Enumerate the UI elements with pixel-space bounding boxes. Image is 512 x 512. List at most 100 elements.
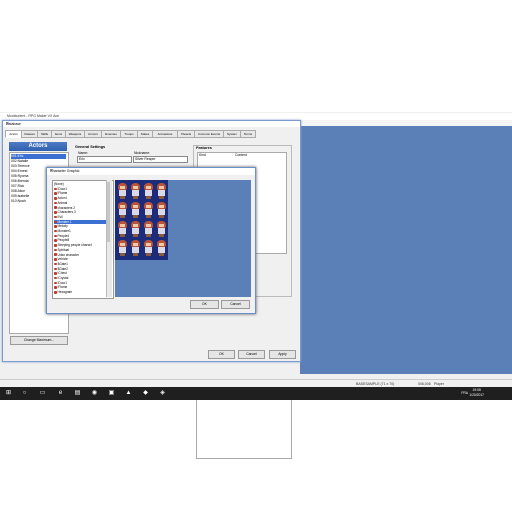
change-maximum-button[interactable]: Change Maximum... <box>10 336 68 345</box>
nickname-field[interactable]: Silver Reaper <box>133 156 188 163</box>
tab-weapons[interactable]: Weapons <box>65 130 85 138</box>
clock[interactable]: 19:08 1/20/2017 <box>469 388 484 398</box>
tab-enemies[interactable]: Enemies <box>101 130 121 138</box>
list-item-label: $Gate2 <box>57 266 68 271</box>
map-canvas[interactable] <box>300 126 512 374</box>
list-item-label: !Door1 <box>57 186 68 191</box>
sprite-frame[interactable] <box>117 220 128 237</box>
sprite-frame[interactable] <box>143 182 154 199</box>
ok-button[interactable]: OK <box>190 300 219 309</box>
app2-icon[interactable]: ◈ <box>158 389 167 398</box>
sprite-frame[interactable] <box>130 182 141 199</box>
tab-armors[interactable]: Armors <box>84 130 102 138</box>
file-icon <box>54 253 57 256</box>
file-icon <box>54 229 57 233</box>
list-item-label: !Door1 <box>57 280 68 285</box>
sprite-frame[interactable] <box>117 201 128 218</box>
list-item[interactable]: Hexagram <box>54 290 107 295</box>
taskview-icon[interactable]: ▭ <box>38 389 47 398</box>
cancel-button[interactable]: Cancel <box>221 300 250 309</box>
database-title-bar: Database × <box>3 121 300 127</box>
tab-actors[interactable]: Actors <box>5 130 22 138</box>
tab-system[interactable]: System <box>223 130 241 138</box>
file-icon <box>54 248 57 252</box>
language-indicator[interactable]: FRA <box>461 391 468 395</box>
scrollbar-thumb[interactable] <box>107 182 110 242</box>
file-icon <box>54 220 57 223</box>
sprite-frame[interactable] <box>117 239 128 256</box>
file-icon <box>54 206 57 209</box>
app-icon[interactable]: ◆ <box>141 389 150 398</box>
cancel-button[interactable]: Cancel <box>238 350 265 359</box>
tab-troops[interactable]: Troops <box>120 130 138 138</box>
list-item-label: !Crystal <box>57 276 69 280</box>
list-item-label: Melody <box>57 224 68 229</box>
list-item-label: !Flame <box>57 191 68 196</box>
tab-skills[interactable]: Skills <box>37 130 52 138</box>
tab-terms[interactable]: Terms <box>240 130 256 138</box>
file-icon <box>54 197 57 200</box>
graphic-file-list[interactable]: (None) !Door1 !Flame Actor4 Animal characters… <box>52 180 114 299</box>
file-icon <box>54 201 57 205</box>
sprite-frame[interactable] <box>156 182 167 199</box>
character-graphic-title-bar: Character Graphic × <box>47 168 255 175</box>
taskbar: FRA 19:08 1/20/2017 ⊞ ○ ▭ e ▤ ◉ ▣ ▲ ◆ ◈ <box>0 387 512 400</box>
tab-states[interactable]: States <box>137 130 153 138</box>
sprite-frame[interactable] <box>156 201 167 218</box>
tab-animations[interactable]: Animations <box>152 130 178 138</box>
edge-icon[interactable]: e <box>56 389 65 398</box>
main-window-title: Mockturtent - RPG Maker VX Ace <box>7 114 60 118</box>
sprite-frame[interactable] <box>143 239 154 256</box>
tab-tilesets[interactable]: Tilesets <box>177 130 195 138</box>
list-item-label: Characters 3 <box>57 210 76 215</box>
list-item-label: People8 <box>57 238 70 243</box>
file-icon <box>54 276 57 280</box>
character-sheet[interactable] <box>115 180 168 260</box>
file-icon <box>54 258 57 261</box>
list-item-label: Hexagram <box>57 290 73 295</box>
features-col-kind: Kind <box>199 153 206 157</box>
file-icon <box>54 187 57 191</box>
list-item-label: !Flame <box>57 285 68 290</box>
name-field[interactable]: Eric <box>77 156 132 163</box>
name-label: Name: <box>78 151 88 155</box>
list-item-label: Evil <box>57 214 63 219</box>
list-item-label: Spiritual <box>57 247 70 252</box>
database-tabs: Actors Classes Skills Items Weapons Armors Ene… <box>5 130 295 138</box>
sprite-frame[interactable] <box>156 220 167 237</box>
windows-icon[interactable]: ⊞ <box>4 389 13 398</box>
list-item-label: (None) <box>54 182 64 186</box>
list-item-label: People4 <box>57 233 70 238</box>
file-icon <box>54 272 57 275</box>
sprite-frame[interactable] <box>143 220 154 237</box>
list-item-label: Sleeping people charset <box>57 243 92 248</box>
notes-field[interactable] <box>196 399 292 459</box>
sprite-frame[interactable] <box>130 201 141 218</box>
store-icon[interactable]: ▣ <box>107 389 116 398</box>
sprite-frame[interactable] <box>117 182 128 199</box>
tab-common-events[interactable]: Common Events <box>194 130 224 138</box>
clock-date: 1/20/2017 <box>469 393 484 397</box>
chrome-icon[interactable]: ◉ <box>90 389 99 398</box>
sprite-frame[interactable] <box>130 220 141 237</box>
close-icon[interactable]: × <box>6 121 298 127</box>
features-col-content: Content <box>235 153 247 157</box>
file-icon <box>54 291 57 294</box>
apply-button[interactable]: Apply <box>269 350 296 359</box>
file-icon <box>54 262 57 266</box>
tab-items[interactable]: Items <box>51 130 66 138</box>
actors-header: Actors <box>9 142 67 151</box>
sprite-frame[interactable] <box>156 239 167 256</box>
main-title-bar: Mockturtent - RPG Maker VX Ace <box>0 113 512 120</box>
sprite-frame[interactable] <box>143 201 154 218</box>
rpgmaker-icon[interactable]: ▲ <box>124 389 133 398</box>
search-icon[interactable]: ○ <box>20 389 29 398</box>
ok-button[interactable]: OK <box>208 350 235 359</box>
explorer-icon[interactable]: ▤ <box>73 389 82 398</box>
file-icon <box>54 225 57 228</box>
sprite-frame[interactable] <box>130 239 141 256</box>
nickname-label: Nickname: <box>134 151 151 155</box>
close-icon[interactable]: × <box>50 168 252 175</box>
tab-classes[interactable]: Classes <box>21 130 38 138</box>
file-icon <box>54 244 57 247</box>
